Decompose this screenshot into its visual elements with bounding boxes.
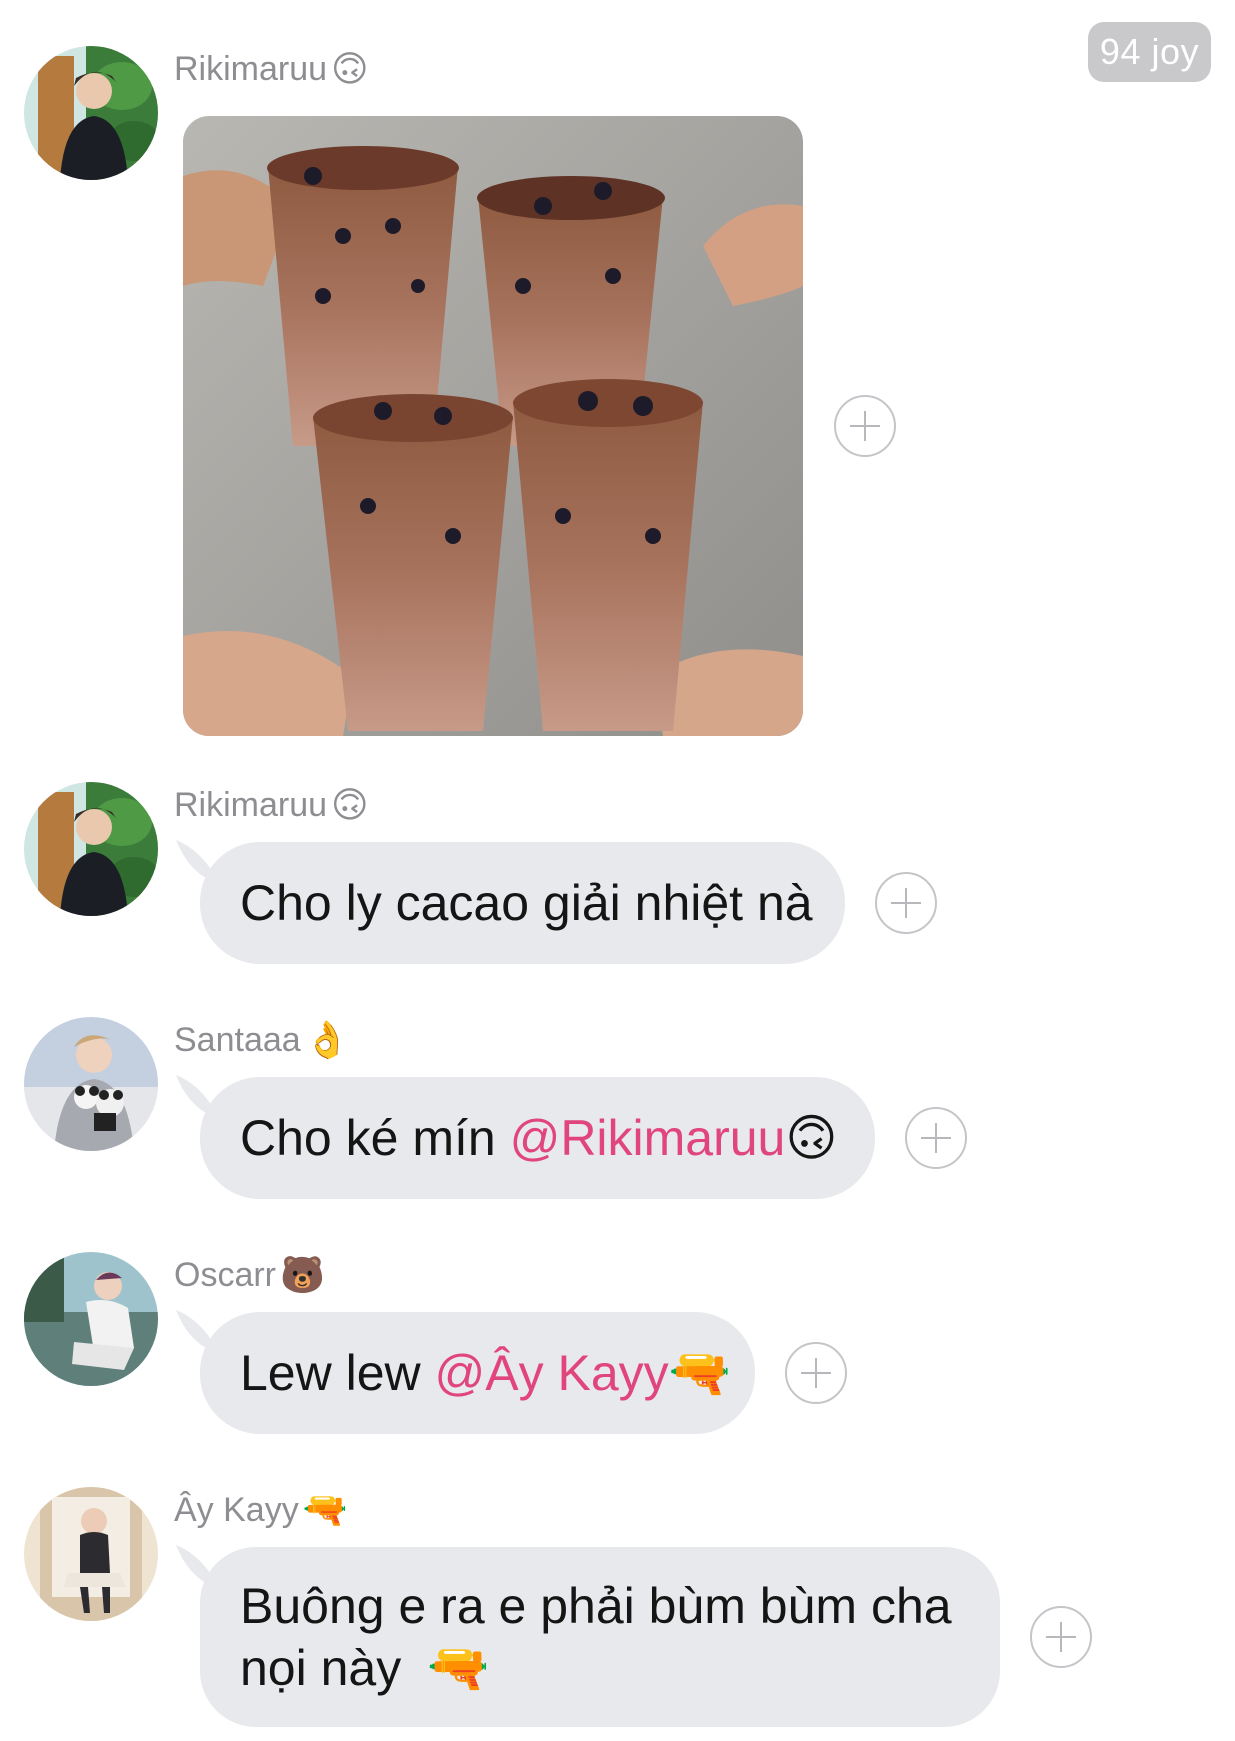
add-reaction-button[interactable] xyxy=(875,872,937,934)
mention-emoji: 🔫 xyxy=(668,1344,731,1401)
message-text: Santaaa 👌 Cho ké mín @Rikimaruu 🙃 xyxy=(0,995,1235,1205)
message-bubble[interactable]: Lew lew @Ây Kayy 🔫 xyxy=(200,1312,755,1434)
avatar-santaaa[interactable] xyxy=(24,1017,158,1151)
mention-emoji: 🙃 xyxy=(785,1110,838,1166)
sender-name: Santaaa 👌 xyxy=(174,1019,350,1061)
message-image: Rikimaruu 🙃 xyxy=(0,0,1235,760)
add-reaction-button[interactable] xyxy=(834,395,896,457)
shared-photo[interactable] xyxy=(183,116,803,736)
mention-link[interactable]: @Rikimaruu xyxy=(510,1109,786,1167)
cacao-drinks-photo xyxy=(183,116,803,736)
sender-label: Santaaa xyxy=(174,1020,301,1059)
message-text: Lew lew xyxy=(240,1345,435,1401)
avatar-image xyxy=(24,782,158,916)
bubble-tail xyxy=(176,1310,210,1350)
message-emoji: 🔫 xyxy=(427,1640,490,1696)
avatar-image xyxy=(24,1252,158,1386)
message-text: Ây Kayy 🔫 Buông e ra e phải bùm bùm cha … xyxy=(0,1465,1235,1741)
avatar-image xyxy=(24,1017,158,1151)
sender-name: Rikimaruu 🙃 xyxy=(174,48,369,90)
avatar-rikimaruu[interactable] xyxy=(24,46,158,180)
avatar-image xyxy=(24,1487,158,1621)
message-text: Rikimaruu 🙃 Cho ly cacao giải nhiệt nà xyxy=(0,760,1235,970)
avatar-oscarr[interactable] xyxy=(24,1252,158,1386)
sender-label: Ây Kayy xyxy=(174,1490,299,1529)
sender-emoji: 🐻 xyxy=(280,1254,325,1295)
sender-emoji: 🙃 xyxy=(331,48,369,89)
add-reaction-button[interactable] xyxy=(785,1342,847,1404)
bubble-tail xyxy=(176,840,210,880)
sender-emoji: 🔫 xyxy=(302,1489,348,1530)
message-text: Cho ké mín xyxy=(240,1110,510,1166)
message-text: Cho ly cacao giải nhiệt nà xyxy=(240,875,813,931)
mention-link[interactable]: @Ây Kayy xyxy=(435,1344,669,1402)
sender-emoji: 👌 xyxy=(304,1019,350,1060)
sender-label: Rikimaruu xyxy=(174,49,328,88)
message-line-text: nọi này xyxy=(240,1640,402,1696)
message-text: Oscarr 🐻 Lew lew @Ây Kayy 🔫 xyxy=(0,1230,1235,1440)
avatar-image xyxy=(24,46,158,180)
sender-label: Oscarr xyxy=(174,1255,276,1294)
sender-name: Rikimaruu 🙃 xyxy=(174,784,369,826)
bubble-tail xyxy=(176,1075,210,1115)
message-bubble[interactable]: Buông e ra e phải bùm bùm cha nọi này 🔫 xyxy=(200,1547,1000,1727)
sender-label: Rikimaruu xyxy=(174,785,328,824)
avatar-ay-kayy[interactable] xyxy=(24,1487,158,1621)
message-line: nọi này 🔫 xyxy=(240,1637,489,1699)
sender-name: Ây Kayy 🔫 xyxy=(174,1489,348,1531)
message-bubble[interactable]: Cho ly cacao giải nhiệt nà xyxy=(200,842,845,964)
avatar-rikimaruu[interactable] xyxy=(24,782,158,916)
message-line: Buông e ra e phải bùm bùm cha xyxy=(240,1578,952,1634)
sender-emoji: 🙃 xyxy=(331,784,369,825)
message-bubble[interactable]: Cho ké mín @Rikimaruu 🙃 xyxy=(200,1077,875,1199)
sender-name: Oscarr 🐻 xyxy=(174,1254,325,1296)
add-reaction-button[interactable] xyxy=(1030,1606,1092,1668)
add-reaction-button[interactable] xyxy=(905,1107,967,1169)
